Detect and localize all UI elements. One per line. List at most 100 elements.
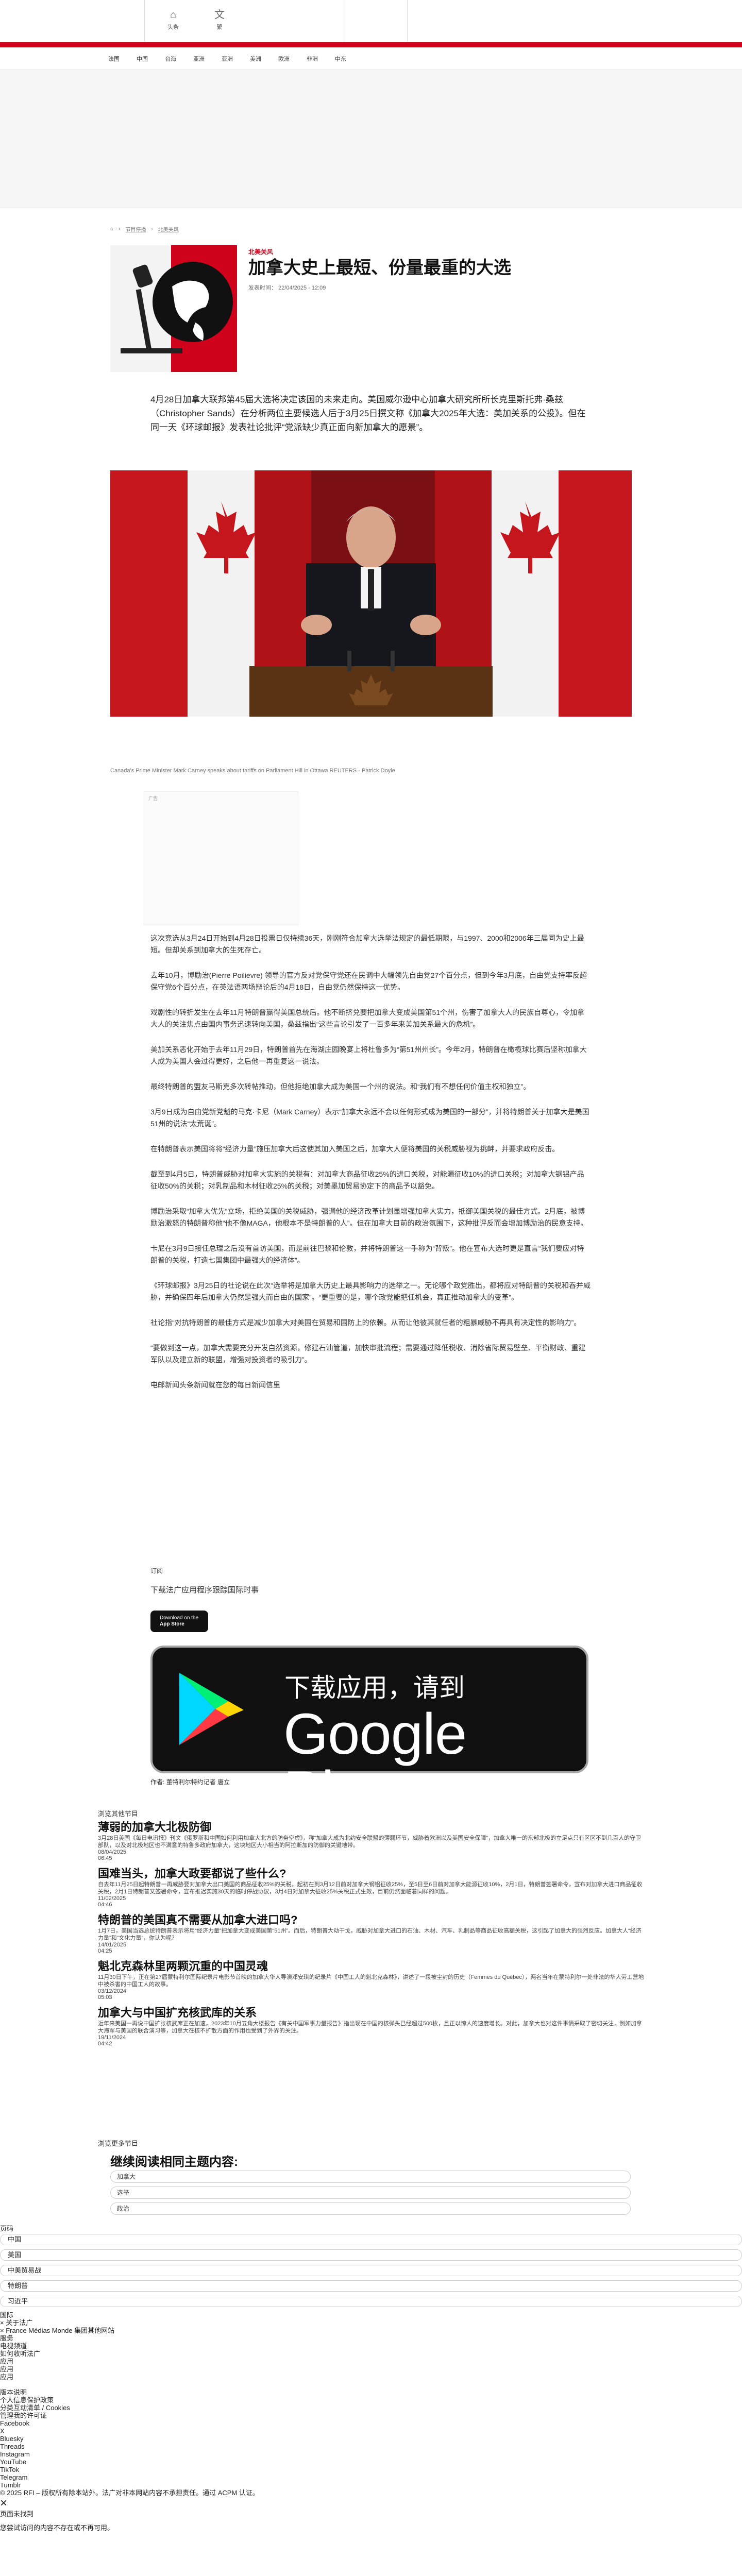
language-button[interactable]: 文 繁 (204, 9, 235, 31)
paragraph: 戏剧性的转折发生在去年11月特朗普赢得美国总统后。他不断挤兑要把加拿大变成美国第… (150, 1008, 585, 1028)
copyright: © 2025 RFI – 版权所有除本站外。法广对非本网站内容不承担责任。通过 … (0, 2489, 259, 2497)
paragraph: 在特朗普表示美国将将“经济力量”施压加拿大后这使其加入美国之后，加拿大人便将美国… (150, 1145, 560, 1153)
theme-tag[interactable]: 选举 (110, 2187, 631, 2199)
author-line: 作者: 董特利尔特约记者 唐立 (150, 1778, 230, 1786)
nav-item[interactable]: 美洲 (250, 55, 261, 63)
footer-link[interactable]: 如何收听法广 (0, 2350, 742, 2358)
article-body: 这次竞选从3月24日开始到4月28日投票日仅持续36天，刚刚符合加拿大选举法规定… (150, 933, 591, 1404)
main-nav: 法国 中国 台海 亚洲 亚洲 美洲 欧洲 非洲 中东 (0, 47, 742, 70)
related-summary: 自去年11月25日起特朗普一再威胁要对加拿大出口美国的商品征收25%的关税，起初… (98, 1882, 643, 1895)
related-title[interactable]: 特朗普的美国真不需要从加拿大进口吗? (98, 1913, 644, 1927)
inline-ad-slot: 广告 (144, 791, 298, 925)
related-title[interactable]: 国难当头，加拿大政要都说了些什么? (98, 1867, 644, 1881)
google-play-line1: 下载应用，请到 (284, 1673, 465, 1702)
related-title[interactable]: 魁北克森林里两颗沉重的中国灵魂 (98, 1959, 644, 1974)
footer-link[interactable]: 服务 (0, 2334, 742, 2342)
home-icon: ⌂ (170, 9, 177, 21)
related-item[interactable]: 特朗普的美国真不需要从加拿大进口吗? 1月7日，美国当选总统特朗普表示将用“经济… (98, 1913, 644, 1954)
footer-field[interactable]: 美国 (0, 2249, 742, 2261)
footer-link[interactable]: × 关于法广 (0, 2319, 742, 2327)
footer-field[interactable]: 特朗普 (0, 2280, 742, 2292)
related-item[interactable]: 薄弱的加拿大北极防御 3月28日美国《每日电讯报》刊文《俄罗斯和中国如何利用加拿… (98, 1820, 644, 1861)
brand-bar (0, 42, 742, 47)
theme-tag[interactable]: 加拿大 (110, 2171, 631, 2183)
footer-field[interactable]: 中美贸易战 (0, 2265, 742, 2276)
telegram-link[interactable]: Telegram (0, 2473, 742, 2481)
tiktok-link[interactable]: TikTok (0, 2466, 742, 2473)
related-summary: 1月7日，美国当选总统特朗普表示将用“经济力量”把加拿大变成美国第“51州”。而… (98, 1928, 642, 1941)
bluesky-link[interactable]: Bluesky (0, 2435, 742, 2443)
paragraph: 这次竞选从3月24日开始到4月28日投票日仅持续36天，刚刚符合加拿大选举法规定… (150, 934, 584, 954)
ad-label: 广告 (148, 796, 158, 801)
threads-link[interactable]: Threads (0, 2443, 742, 2450)
related-summary: 3月28日美国《每日电讯报》刊文《俄罗斯和中国如何利用加拿大北方的防务空虚》，称… (98, 1835, 642, 1849)
related-title[interactable]: 薄弱的加拿大北极防御 (98, 1820, 644, 1835)
instagram-link[interactable]: Instagram (0, 2450, 742, 2458)
breadcrumb-link[interactable]: 北美关风 (158, 225, 179, 233)
related-title[interactable]: 加拿大与中国扩充核武库的关系 (98, 2006, 644, 2020)
paragraph: 《环球邮报》3月25日的社论说在此次“选举将是加拿大历史上最具影响力的选举之一。… (150, 1281, 591, 1301)
nav-item[interactable]: 台海 (165, 55, 176, 63)
paragraph: 博励治采取“加拿大优先”立场，拒绝美国的关税威胁，强调他的经济改革计划显增强加拿… (150, 1207, 588, 1227)
program-thumbnail (110, 245, 237, 372)
footer-link[interactable]: 版本说明 (0, 2388, 742, 2396)
speaker-flags-photo (110, 470, 632, 717)
nav-item[interactable]: 中东 (335, 55, 346, 63)
footer-link[interactable]: 分类互动清单 / Cookies (0, 2404, 742, 2412)
publish-date: 发表时间： 22/04/2025 - 12:09 (248, 285, 326, 291)
divider (144, 0, 145, 42)
article-lead: 4月28日加拿大联邦第45届大选将决定该国的未来走向。美国威尔逊中心加拿大研究所… (150, 395, 586, 432)
nav-item[interactable]: 法国 (108, 55, 120, 63)
google-play-line2: Google Play (283, 1702, 467, 1824)
nav-item[interactable]: 非洲 (307, 55, 318, 63)
footer-link[interactable]: 电视频道 (0, 2342, 742, 2350)
paragraph: 去年10月，博励治(Pierre Poilievre) 领导的官方反对党保守党还… (150, 971, 587, 991)
theme-tag[interactable]: 政治 (110, 2202, 631, 2215)
footer-link[interactable]: 应用 (0, 2365, 742, 2373)
breadcrumb: ⌂ › 节目停播 › 北美关风 (110, 225, 179, 233)
footer-field[interactable]: 中国 (0, 2234, 742, 2245)
tumblr-link[interactable]: Tumblr (0, 2481, 742, 2489)
translate-icon: 文 (214, 9, 225, 21)
x-link[interactable]: X (0, 2427, 742, 2435)
footer-link[interactable]: 管理我的许可证 (0, 2412, 742, 2419)
google-play-button[interactable]: 下载应用，请到 Google Play (150, 1646, 588, 1821)
more-programs-link[interactable]: 浏览更多节目 (98, 2138, 138, 2148)
top-bar: ⌂ 头条 文 繁 (0, 0, 742, 42)
footer-field[interactable]: 习近平 (0, 2296, 742, 2307)
subscribe-label[interactable]: 订阅 (150, 1566, 591, 1575)
youtube-link[interactable]: YouTube (0, 2458, 742, 2466)
paragraph: 3月9日成为自由党新党魁的马克·卡尼（Mark Carney）表示“加拿大永远不… (150, 1108, 589, 1128)
nav-item[interactable]: 亚洲 (222, 55, 233, 63)
related-summary: 11月30日下午，正在第27届蒙特利尔国际纪录片电影节首映的加拿大华人导演邓安琪… (98, 1974, 644, 1988)
themes-heading: 继续阅读相同主题内容: (110, 2155, 238, 2169)
article-title: 加拿大史上最短、份量最重的大选 (248, 258, 511, 278)
app-store-button[interactable]: Download on the App Store (150, 1611, 208, 1632)
photo-caption: Canada's Prime Minister Mark Carney spea… (110, 768, 395, 774)
related-section-label: 浏览其他节目 (98, 1810, 139, 1818)
nav-item[interactable]: 亚洲 (193, 55, 205, 63)
breadcrumb-link[interactable]: 节目停播 (125, 225, 146, 233)
footer-link[interactable]: 个人信息保护政策 (0, 2396, 742, 2404)
close-icon[interactable]: × (0, 2497, 742, 2510)
top-ad-slot (0, 70, 742, 208)
footer-link[interactable]: 应用 (0, 2373, 742, 2381)
home-icon[interactable]: ⌂ (110, 226, 113, 232)
section-kicker[interactable]: 北美关风 (248, 247, 273, 256)
related-item[interactable]: 魁北克森林里两颗沉重的中国灵魂 11月30日下午，正在第27届蒙特利尔国际纪录片… (98, 1959, 644, 2001)
download-text: 下载法广应用程序跟踪国际时事 (150, 1586, 259, 1595)
not-found-title: 页面未找到 (0, 2510, 34, 2518)
footer-link[interactable]: 应用 (0, 2358, 742, 2365)
newsletter-promo[interactable]: 电邮新闻头条新闻就在您的每日新闻信里 (150, 1379, 591, 1391)
nav-item[interactable]: 欧洲 (278, 55, 290, 63)
related-item[interactable]: 国难当头，加拿大政要都说了些什么? 自去年11月25日起特朗普一再威胁要对加拿大… (98, 1867, 644, 1908)
home-button[interactable]: ⌂ 头条 (158, 9, 189, 31)
paragraph: 社论指“对抗特朗普的最佳方式是减少加拿大对美国在贸易和国防上的依赖。从而让他彼其… (150, 1318, 581, 1327)
divider (407, 0, 408, 42)
footer-link[interactable]: × France Médias Monde 集团其他网站 (0, 2327, 742, 2334)
footer: 页码 中国 美国 中美贸易战 特朗普 习近平 国际 × 关于法广 × Franc… (0, 2225, 742, 2532)
footer-link[interactable]: 国际 (0, 2311, 742, 2319)
facebook-link[interactable]: Facebook (0, 2419, 742, 2427)
nav-item[interactable]: 中国 (137, 55, 148, 63)
related-item[interactable]: 加拿大与中国扩充核武库的关系 近年来美国一再说中国扩张核武库正在加速，2023年… (98, 2006, 644, 2047)
